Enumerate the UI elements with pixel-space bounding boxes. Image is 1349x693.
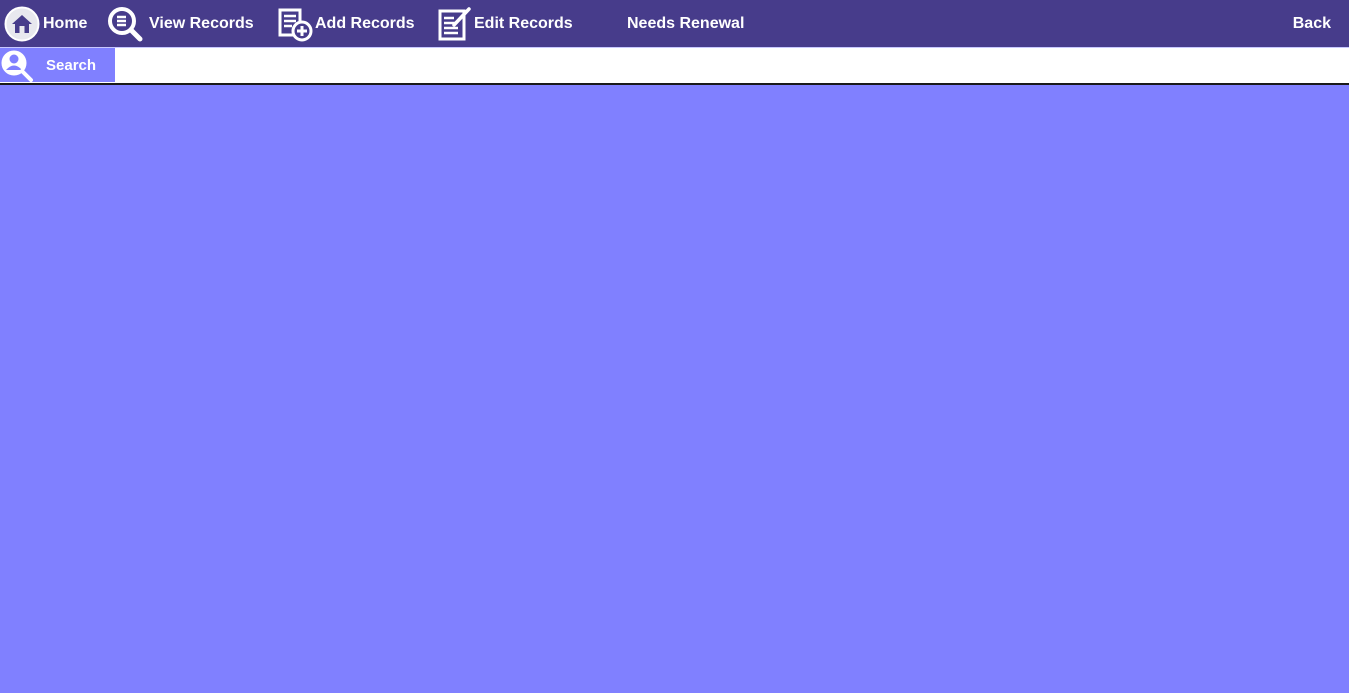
edit-records-label: Edit Records [474,14,573,32]
add-records-button[interactable]: Add Records [277,0,415,47]
search-input[interactable] [115,48,1349,82]
search-button[interactable]: Search [0,48,115,82]
home-button[interactable]: Home [4,0,87,47]
edit-records-button[interactable]: Edit Records [436,0,573,47]
back-button[interactable]: Back [1293,0,1331,47]
main-content-area [0,85,1349,693]
user-search-icon [0,48,34,82]
home-label: Home [43,14,88,32]
add-document-icon [277,6,313,42]
edit-document-icon [436,6,472,42]
back-label: Back [1292,14,1331,32]
add-records-label: Add Records [315,14,415,32]
home-icon [4,6,40,42]
view-records-button[interactable]: View Records [107,0,254,47]
view-records-label: View Records [149,14,254,32]
search-records-icon [107,6,143,42]
top-navigation-bar: Home View Records Add Records Edit Recor… [0,0,1349,47]
needs-renewal-button[interactable]: Needs Renewal [627,0,744,47]
needs-renewal-label: Needs Renewal [627,14,745,32]
search-button-label: Search [46,56,97,74]
search-bar: Search [0,47,1349,83]
